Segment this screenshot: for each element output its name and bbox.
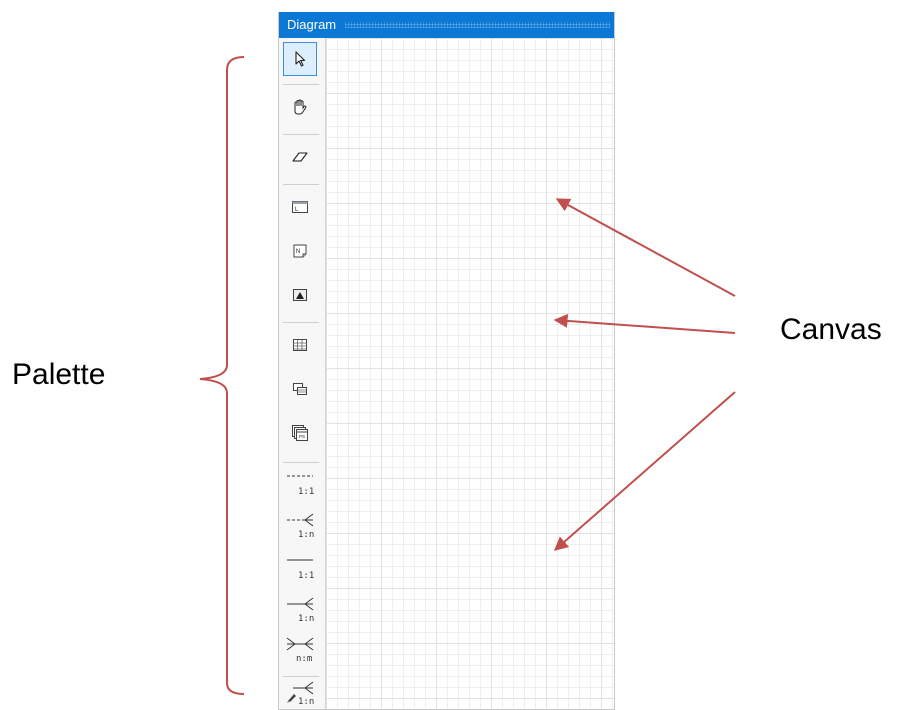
palette-annotation: Palette [12,358,106,391]
palette-brace [199,56,245,695]
canvas-annotation: Canvas [780,313,882,346]
canvas-arrow-middle [553,313,736,334]
canvas-arrow-lower [553,391,736,551]
canvas-arrow-upper [555,198,736,297]
annotation-overlay [199,56,736,695]
